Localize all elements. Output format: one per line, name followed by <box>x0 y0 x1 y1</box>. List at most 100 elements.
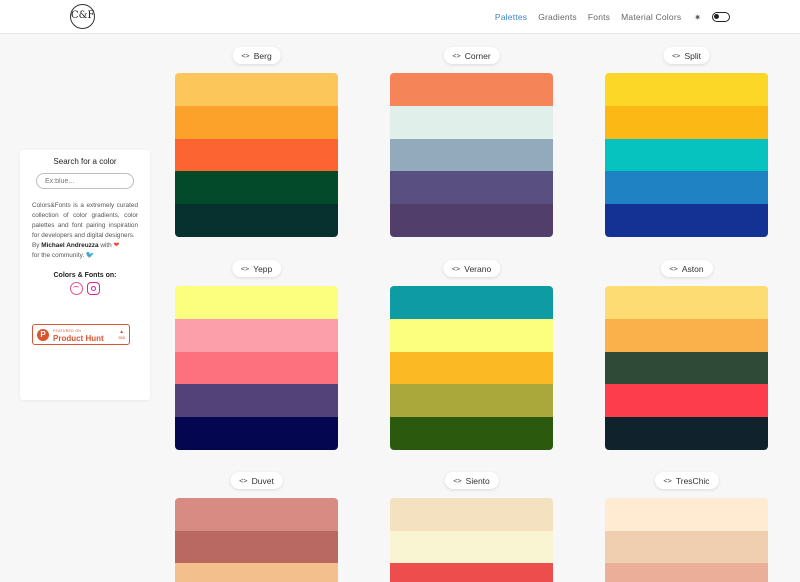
palette-name-tag[interactable]: <> Siento <box>444 472 499 489</box>
toggle-knob <box>714 14 719 19</box>
palette-name-tag[interactable]: <> Berg <box>232 47 281 64</box>
palette-name-tag[interactable]: <> Duvet <box>230 472 283 489</box>
code-icon: <> <box>452 51 461 60</box>
palette-swatches[interactable] <box>605 73 768 237</box>
color-swatch[interactable] <box>175 384 338 418</box>
color-search-input[interactable] <box>36 173 134 189</box>
nav-material-colors[interactable]: Material Colors <box>621 12 681 22</box>
color-swatch[interactable] <box>605 105 768 139</box>
palette-name-tag[interactable]: <> Yepp <box>231 260 282 277</box>
color-swatch[interactable] <box>390 563 553 582</box>
color-swatch[interactable] <box>175 286 338 319</box>
palette-name: Corner <box>464 50 491 61</box>
twitter-icon[interactable]: 🐦 <box>86 252 95 259</box>
palette-swatches[interactable] <box>390 73 553 237</box>
instagram-icon[interactable] <box>87 282 100 295</box>
palette-swatches[interactable] <box>605 286 768 450</box>
code-icon: <> <box>451 264 461 273</box>
color-swatch[interactable] <box>390 204 553 237</box>
palette-swatches[interactable] <box>175 498 338 582</box>
color-swatch[interactable] <box>175 530 338 564</box>
color-swatch[interactable] <box>390 318 553 352</box>
palette-swatches[interactable] <box>390 498 553 582</box>
theme-toggle[interactable] <box>712 12 730 22</box>
palette-name: Aston <box>681 263 704 274</box>
color-swatch[interactable] <box>605 563 768 582</box>
palette-name: Berg <box>253 50 272 61</box>
color-swatch[interactable] <box>175 563 338 582</box>
color-swatch[interactable] <box>175 73 338 106</box>
color-swatch[interactable] <box>390 417 553 450</box>
product-hunt-text: FEATURED ON Product Hunt <box>53 328 104 343</box>
palette-name-tag[interactable]: <> Aston <box>660 260 713 277</box>
color-swatch[interactable] <box>175 105 338 139</box>
palette-swatches[interactable] <box>175 73 338 237</box>
color-swatch[interactable] <box>605 204 768 237</box>
author-link[interactable]: Michael Andreuzza <box>41 242 98 249</box>
palette-swatches[interactable] <box>390 286 553 450</box>
author-line: By Michael Andreuzza with ❤ for the comm… <box>32 241 138 261</box>
color-swatch[interactable] <box>175 351 338 385</box>
dribbble-icon[interactable] <box>70 282 83 295</box>
code-icon: <> <box>453 476 462 485</box>
upvote-number: 555 <box>118 334 125 340</box>
color-swatch[interactable] <box>605 171 768 205</box>
color-swatch[interactable] <box>390 530 553 564</box>
nav-fonts[interactable]: Fonts <box>588 12 610 22</box>
color-swatch[interactable] <box>605 73 768 106</box>
color-swatch[interactable] <box>390 498 553 531</box>
code-icon: <> <box>239 476 248 485</box>
code-icon: <> <box>669 264 678 273</box>
color-swatch[interactable] <box>390 73 553 106</box>
color-swatch[interactable] <box>605 498 768 531</box>
color-swatch[interactable] <box>175 171 338 205</box>
palette-name-tag[interactable]: <> Split <box>663 47 710 64</box>
palette-name-tag[interactable]: <> Verano <box>442 260 501 277</box>
color-swatch[interactable] <box>605 318 768 352</box>
color-swatch[interactable] <box>175 204 338 237</box>
color-swatch[interactable] <box>175 498 338 531</box>
color-swatch[interactable] <box>605 286 768 319</box>
color-swatch[interactable] <box>390 286 553 319</box>
color-swatch[interactable] <box>605 384 768 418</box>
color-swatch[interactable] <box>390 138 553 172</box>
color-swatch[interactable] <box>605 138 768 172</box>
sidebar: Search for a color Colors&Fonts is a ext… <box>20 150 150 400</box>
color-swatch[interactable] <box>390 384 553 418</box>
color-swatch[interactable] <box>175 417 338 450</box>
site-logo[interactable]: C&F <box>70 4 95 29</box>
code-icon: <> <box>663 476 672 485</box>
color-swatch[interactable] <box>605 417 768 450</box>
top-bar: C&F Palettes Gradients Fonts Material Co… <box>0 0 800 34</box>
by-prefix: By <box>32 242 40 249</box>
palette-name-tag[interactable]: <> Corner <box>443 47 500 64</box>
color-swatch[interactable] <box>390 351 553 385</box>
palette-name: Siento <box>465 475 490 486</box>
palette-name: TresChic <box>675 475 710 486</box>
palette-swatches[interactable] <box>605 498 768 582</box>
color-swatch[interactable] <box>390 171 553 205</box>
palette-name-tag[interactable]: <> TresChic <box>654 472 719 489</box>
palette-name: Verano <box>464 263 492 274</box>
product-hunt-icon: P <box>37 328 49 341</box>
code-icon: <> <box>240 264 250 273</box>
upvote-count: ▲ 555 <box>118 329 125 340</box>
nav-gradients[interactable]: Gradients <box>538 12 577 22</box>
nav-palettes[interactable]: Palettes <box>495 12 527 22</box>
code-icon: <> <box>241 51 250 60</box>
product-hunt-badge[interactable]: P FEATURED ON Product Hunt ▲ 555 <box>32 324 130 345</box>
palette-name: Yepp <box>253 263 273 274</box>
color-swatch[interactable] <box>175 318 338 352</box>
palette-name: Duvet <box>251 475 274 486</box>
color-swatch[interactable] <box>605 530 768 564</box>
color-swatch[interactable] <box>175 138 338 172</box>
community-text: for the community. <box>32 252 85 259</box>
code-icon: <> <box>672 51 681 60</box>
main-nav: Palettes Gradients Fonts Material Colors… <box>495 0 730 34</box>
color-swatch[interactable] <box>390 105 553 139</box>
heart-icon: ❤ <box>113 242 120 249</box>
social-links <box>32 282 138 295</box>
palette-swatches[interactable] <box>175 286 338 450</box>
palette-name: Split <box>684 50 701 61</box>
color-swatch[interactable] <box>605 351 768 385</box>
